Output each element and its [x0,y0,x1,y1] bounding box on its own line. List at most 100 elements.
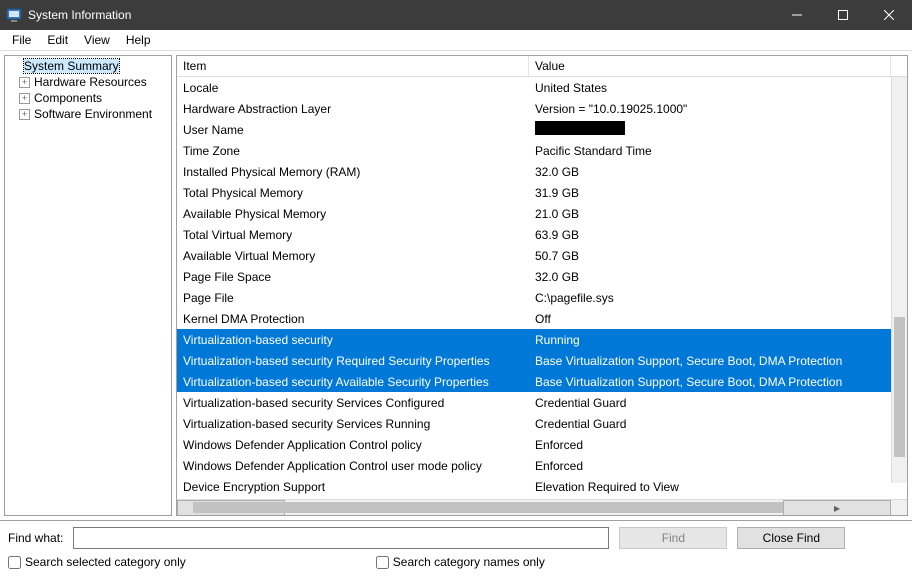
tree-node-components[interactable]: + Components [7,90,169,106]
table-row[interactable]: Page File Space32.0 GB [177,266,891,287]
cell-item: Locale [177,81,529,95]
cell-item: User Name [177,123,529,137]
table-row[interactable]: Virtualization-based security Services R… [177,413,891,434]
cell-value: United States [529,81,891,95]
cell-value: Credential Guard [529,417,891,431]
menu-view[interactable]: View [76,31,118,49]
cell-value: C:\pagefile.sys [529,291,891,305]
cell-item: Device Encryption Support [177,480,529,494]
table-row[interactable]: Windows Defender Application Control pol… [177,434,891,455]
cell-item: Total Virtual Memory [177,228,529,242]
column-header-item[interactable]: Item [177,56,529,76]
menu-help[interactable]: Help [118,31,159,49]
find-input[interactable] [73,527,609,549]
checkbox-search-names[interactable]: Search category names only [376,555,545,569]
checkbox-input[interactable] [8,556,21,569]
cell-item: Virtualization-based security Available … [177,375,529,389]
cell-item: Virtualization-based security [177,333,529,347]
cell-value: Version = "10.0.19025.1000" [529,102,891,116]
cell-value: Enforced [529,438,891,452]
cell-value [529,121,891,138]
cell-value: Off [529,312,891,326]
cell-item: Total Physical Memory [177,186,529,200]
titlebar[interactable]: System Information [0,0,912,30]
cell-item: Page File [177,291,529,305]
minimize-button[interactable] [774,0,820,30]
scroll-right-icon[interactable]: ▸ [783,500,891,516]
cell-item: Installed Physical Memory (RAM) [177,165,529,179]
cell-item: Kernel DMA Protection [177,312,529,326]
checkbox-label: Search selected category only [25,555,186,569]
cell-item: Page File Space [177,270,529,284]
vertical-scrollbar[interactable] [891,77,907,483]
app-icon [6,7,22,23]
menu-edit[interactable]: Edit [39,31,76,49]
cell-value: Running [529,333,891,347]
table-row[interactable]: Kernel DMA ProtectionOff [177,308,891,329]
table-row[interactable]: Windows Defender Application Control use… [177,455,891,476]
table-row[interactable]: Page FileC:\pagefile.sys [177,287,891,308]
table-row[interactable]: Available Virtual Memory50.7 GB [177,245,891,266]
column-header-value[interactable]: Value [529,56,891,76]
cell-item: Available Physical Memory [177,207,529,221]
redacted-value [535,121,625,135]
table-row[interactable]: Virtualization-based security Services C… [177,392,891,413]
close-find-button[interactable]: Close Find [737,527,845,549]
table-row[interactable]: LocaleUnited States [177,77,891,98]
scrollbar-thumb[interactable] [894,317,905,457]
cell-item: Virtualization-based security Services R… [177,417,529,431]
checkbox-label: Search category names only [393,555,545,569]
cell-item: Virtualization-based security Required S… [177,354,529,368]
find-button[interactable]: Find [619,527,727,549]
cell-item: Windows Defender Application Control pol… [177,438,529,452]
checkbox-search-selected[interactable]: Search selected category only [8,555,186,569]
category-tree[interactable]: System Summary + Hardware Resources + Comp… [4,55,172,516]
table-row[interactable]: Virtualization-based security Available … [177,371,891,392]
table-row[interactable]: Hardware Abstraction LayerVersion = "10.… [177,98,891,119]
tree-node-system-summary[interactable]: System Summary [7,58,169,74]
find-label: Find what: [8,531,63,545]
cell-value: Pacific Standard Time [529,144,891,158]
table-row[interactable]: Total Virtual Memory63.9 GB [177,224,891,245]
cell-value: 32.0 GB [529,165,891,179]
expand-icon[interactable]: + [19,93,30,104]
close-button[interactable] [866,0,912,30]
table-row[interactable]: Time ZonePacific Standard Time [177,140,891,161]
maximize-button[interactable] [820,0,866,30]
table-row[interactable]: Total Physical Memory31.9 GB [177,182,891,203]
cell-item: Windows Defender Application Control use… [177,459,529,473]
cell-value: 32.0 GB [529,270,891,284]
table-row[interactable]: User Name [177,119,891,140]
table-row[interactable]: Virtualization-based security Required S… [177,350,891,371]
tree-label: Components [34,91,102,105]
scrollbar-thumb[interactable] [193,502,807,513]
cell-value: Credential Guard [529,396,891,410]
cell-value: Base Virtualization Support, Secure Boot… [529,354,891,368]
tree-label: Software Environment [34,107,152,121]
cell-value: 63.9 GB [529,228,891,242]
cell-value: Base Virtualization Support, Secure Boot… [529,375,891,389]
cell-value: 21.0 GB [529,207,891,221]
horizontal-scrollbar[interactable]: ◂ ▸ [177,500,891,515]
table-row[interactable]: Virtualization-based securityRunning [177,329,891,350]
table-row[interactable]: Device Encryption SupportElevation Requi… [177,476,891,497]
cell-value: Elevation Required to View [529,480,891,494]
tree-label: Hardware Resources [34,75,147,89]
cell-item: Virtualization-based security Services C… [177,396,529,410]
menubar: File Edit View Help [0,30,912,51]
checkbox-input[interactable] [376,556,389,569]
list-header: Item Value [177,56,907,77]
tree-node-hardware-resources[interactable]: + Hardware Resources [7,74,169,90]
tree-label: System Summary [24,59,119,73]
cell-item: Time Zone [177,144,529,158]
cell-item: Available Virtual Memory [177,249,529,263]
cell-item: Hardware Abstraction Layer [177,102,529,116]
table-row[interactable]: Installed Physical Memory (RAM)32.0 GB [177,161,891,182]
expand-icon[interactable]: + [19,77,30,88]
table-row[interactable]: Available Physical Memory21.0 GB [177,203,891,224]
cell-value: 50.7 GB [529,249,891,263]
cell-value: 31.9 GB [529,186,891,200]
expand-icon[interactable]: + [19,109,30,120]
tree-node-software-environment[interactable]: + Software Environment [7,106,169,122]
menu-file[interactable]: File [4,31,39,49]
